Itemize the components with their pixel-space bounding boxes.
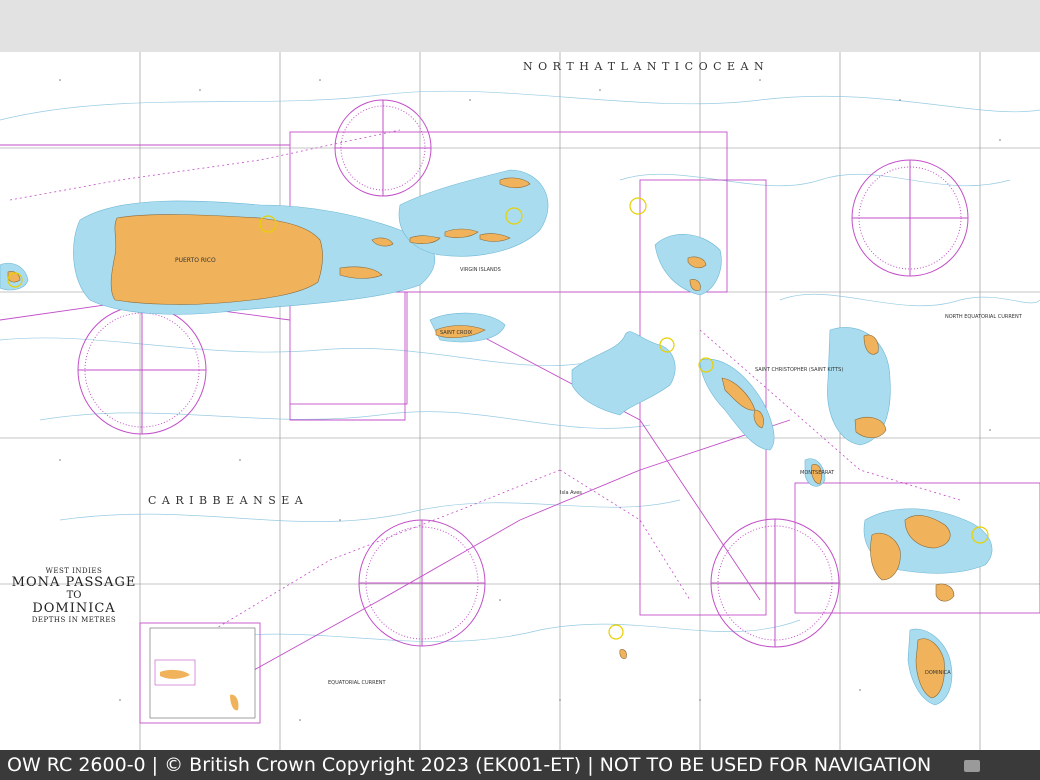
st-kitts-label: SAINT CHRISTOPHER (SAINT KITTS) <box>755 367 844 373</box>
nautical-chart[interactable]: N O R T H A T L A N T I C O C E A N C A … <box>0 52 1040 750</box>
chart-title-line1: MONA PASSAGE <box>11 575 137 590</box>
inset-map <box>149 627 256 719</box>
scroll-thumb[interactable] <box>964 760 980 772</box>
virgin-islands-label: VIRGIN ISLANDS <box>460 267 501 273</box>
top-bar <box>0 0 1040 52</box>
north-equatorial-current-label: NORTH EQUATORIAL CURRENT <box>945 314 1022 320</box>
caribbean-sea-label: C A R I B B E A N S E A <box>148 494 304 507</box>
chart-title-block: WEST INDIES MONA PASSAGE TO DOMINICA DEP… <box>8 567 140 624</box>
puerto-rico-land <box>110 214 323 305</box>
chart-canvas[interactable] <box>0 52 1040 750</box>
puerto-rico-label: PUERTO RICO <box>175 257 216 264</box>
montserrat-label: MONTSERRAT <box>800 470 835 476</box>
chart-title-line2: TO <box>66 590 82 601</box>
copyright-footer: OW RC 2600-0 | © British Crown Copyright… <box>0 750 1040 780</box>
aves-label: Isla Aves <box>560 490 582 496</box>
chart-depths-note: DEPTHS IN METRES <box>31 616 117 624</box>
chart-region: WEST INDIES <box>45 567 103 575</box>
st-croix-label: SAINT CROIX <box>440 330 473 336</box>
chart-title-line3: DOMINICA <box>32 601 116 616</box>
north-atlantic-label: N O R T H A T L A N T I C O C E A N <box>523 60 765 73</box>
dominica-label: DOMINICA <box>925 670 951 676</box>
equatorial-current-label: EQUATORIAL CURRENT <box>328 680 386 686</box>
